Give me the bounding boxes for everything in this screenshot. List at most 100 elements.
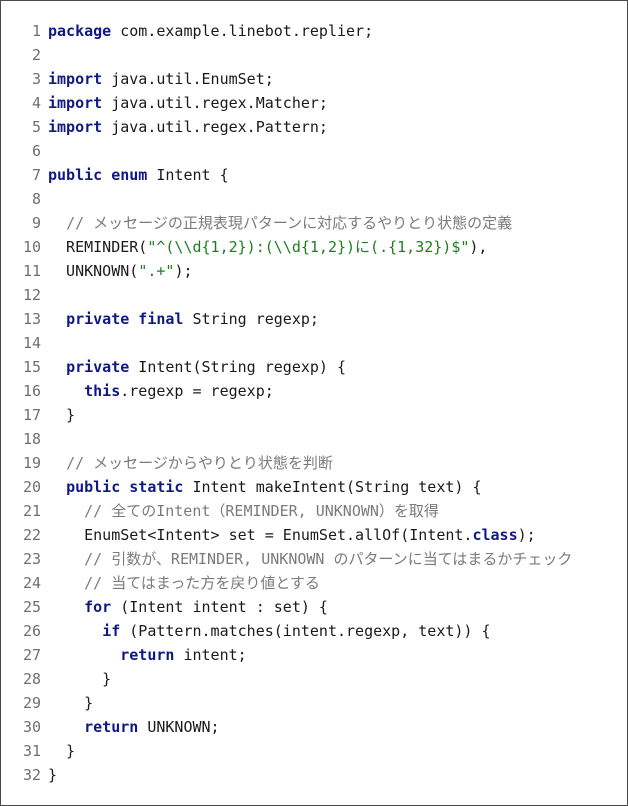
- line-number: 26: [22, 622, 41, 640]
- line-content: import java.util.EnumSet;: [41, 67, 274, 91]
- code-line: 28 }: [1, 667, 627, 691]
- line-number: 19: [22, 454, 41, 472]
- line-number: 17: [22, 406, 41, 424]
- code-token: Intent {: [147, 166, 229, 184]
- code-line: 13 private final String regexp;: [1, 307, 627, 331]
- line-number: 13: [22, 310, 41, 328]
- keyword-token: class: [472, 526, 518, 544]
- keyword-token: for: [84, 598, 112, 616]
- comment-token: // メッセージの正規表現パターンに対応するやりとり状態の定義: [66, 214, 513, 232]
- line-number: 15: [22, 358, 41, 376]
- line-content: for (Intent intent : set) {: [41, 595, 328, 619]
- code-editor: 1 package com.example.linebot.replier; 2 3 i…: [0, 0, 628, 806]
- code-line: 17 }: [1, 403, 627, 427]
- keyword-token: public enum: [48, 166, 148, 184]
- code-line: 15 private Intent(String regexp) {: [1, 355, 627, 379]
- code-line: 27 return intent;: [1, 643, 627, 667]
- line-content: UNKNOWN(".+");: [41, 259, 193, 283]
- line-number: 29: [22, 694, 41, 712]
- comment-token: // 当てはまった方を戻り値とする: [84, 574, 320, 592]
- code-line: 25 for (Intent intent : set) {: [1, 595, 627, 619]
- code-token: EnumSet<Intent> set = EnumSet.allOf(Inte…: [48, 526, 473, 544]
- code-line: 30 return UNKNOWN;: [1, 715, 627, 739]
- line-content: private final String regexp;: [41, 307, 319, 331]
- line-content: public static Intent makeIntent(String t…: [41, 475, 481, 499]
- code-line: 24 // 当てはまった方を戻り値とする: [1, 571, 627, 595]
- line-content: import java.util.regex.Matcher;: [41, 91, 328, 115]
- line-content: private Intent(String regexp) {: [41, 355, 346, 379]
- line-number: 31: [22, 742, 41, 760]
- line-content: }: [41, 667, 111, 691]
- code-token: Intent makeIntent(String text) {: [183, 478, 482, 496]
- line-number: 22: [22, 526, 41, 544]
- code-line: 8: [1, 187, 627, 211]
- code-token: .regexp = regexp;: [120, 382, 274, 400]
- line-number: 23: [22, 550, 41, 568]
- code-line: 12: [1, 283, 627, 307]
- code-token: );: [517, 526, 536, 544]
- string-token: ".+": [138, 262, 175, 280]
- line-content: }: [41, 403, 75, 427]
- keyword-token: package: [48, 22, 112, 40]
- code-token: java.util.regex.Matcher;: [102, 94, 328, 112]
- line-number: 11: [22, 262, 41, 280]
- line-content: REMINDER("^(\\d{1,2}):(\\d{1,2})に(.{1,32…: [41, 235, 487, 259]
- code-line: 4 import java.util.regex.Matcher;: [1, 91, 627, 115]
- line-content: package com.example.linebot.replier;: [41, 19, 373, 43]
- comment-token: // メッセージからやりとり状態を判断: [66, 454, 333, 472]
- line-content: EnumSet<Intent> set = EnumSet.allOf(Inte…: [41, 523, 536, 547]
- code-token: );: [174, 262, 193, 280]
- comment-token: // 引数が、REMINDER, UNKNOWN のパターンに当てはまるかチェッ…: [84, 550, 573, 568]
- code-line: 3 import java.util.EnumSet;: [1, 67, 627, 91]
- code-line: 1 package com.example.linebot.replier;: [1, 19, 627, 43]
- code-token: }: [48, 694, 94, 712]
- line-content: import java.util.regex.Pattern;: [41, 115, 328, 139]
- code-token: REMINDER(: [48, 238, 148, 256]
- line-number: 1: [31, 22, 41, 40]
- string-token: "^(\\d{1,2}):(\\d{1,2})に(.{1,32})$": [147, 238, 470, 256]
- line-number: 3: [31, 70, 41, 88]
- code-token: (Intent intent : set) {: [111, 598, 328, 616]
- line-number: 8: [31, 190, 41, 208]
- line-number: 28: [22, 670, 41, 688]
- code-line: 6: [1, 139, 627, 163]
- keyword-token: public static: [66, 478, 184, 496]
- keyword-token: if: [102, 622, 121, 640]
- line-number: 30: [22, 718, 41, 736]
- code-token: com.example.linebot.replier;: [111, 22, 374, 40]
- line-number: 32: [22, 766, 41, 784]
- code-token: }: [48, 670, 112, 688]
- code-line: 2: [1, 43, 627, 67]
- code-token: ),: [469, 238, 488, 256]
- code-line: 10 REMINDER("^(\\d{1,2}):(\\d{1,2})に(.{1…: [1, 235, 627, 259]
- code-token: String regexp;: [183, 310, 319, 328]
- code-token: }: [48, 406, 76, 424]
- line-number: 2: [31, 46, 41, 64]
- code-line: 29 }: [1, 691, 627, 715]
- code-token: Intent(String regexp) {: [129, 358, 347, 376]
- line-number: 27: [22, 646, 41, 664]
- line-number: 9: [31, 214, 41, 232]
- line-number: 25: [22, 598, 41, 616]
- line-number: 21: [22, 502, 41, 520]
- keyword-token: private: [66, 358, 130, 376]
- line-number: 24: [22, 574, 41, 592]
- code-token: (Pattern.matches(intent.regexp, text)) {: [120, 622, 491, 640]
- code-line: 32}: [1, 763, 627, 787]
- code-token: java.util.EnumSet;: [102, 70, 274, 88]
- line-number: 12: [22, 286, 41, 304]
- comment-token: // 全てのIntent（REMINDER, UNKNOWN）を取得: [84, 502, 439, 520]
- code-line: 21 // 全てのIntent（REMINDER, UNKNOWN）を取得: [1, 499, 627, 523]
- code-token: intent;: [174, 646, 247, 664]
- line-content: public enum Intent {: [41, 163, 229, 187]
- line-number: 14: [22, 334, 41, 352]
- line-content: }: [41, 763, 57, 787]
- line-number: 4: [31, 94, 41, 112]
